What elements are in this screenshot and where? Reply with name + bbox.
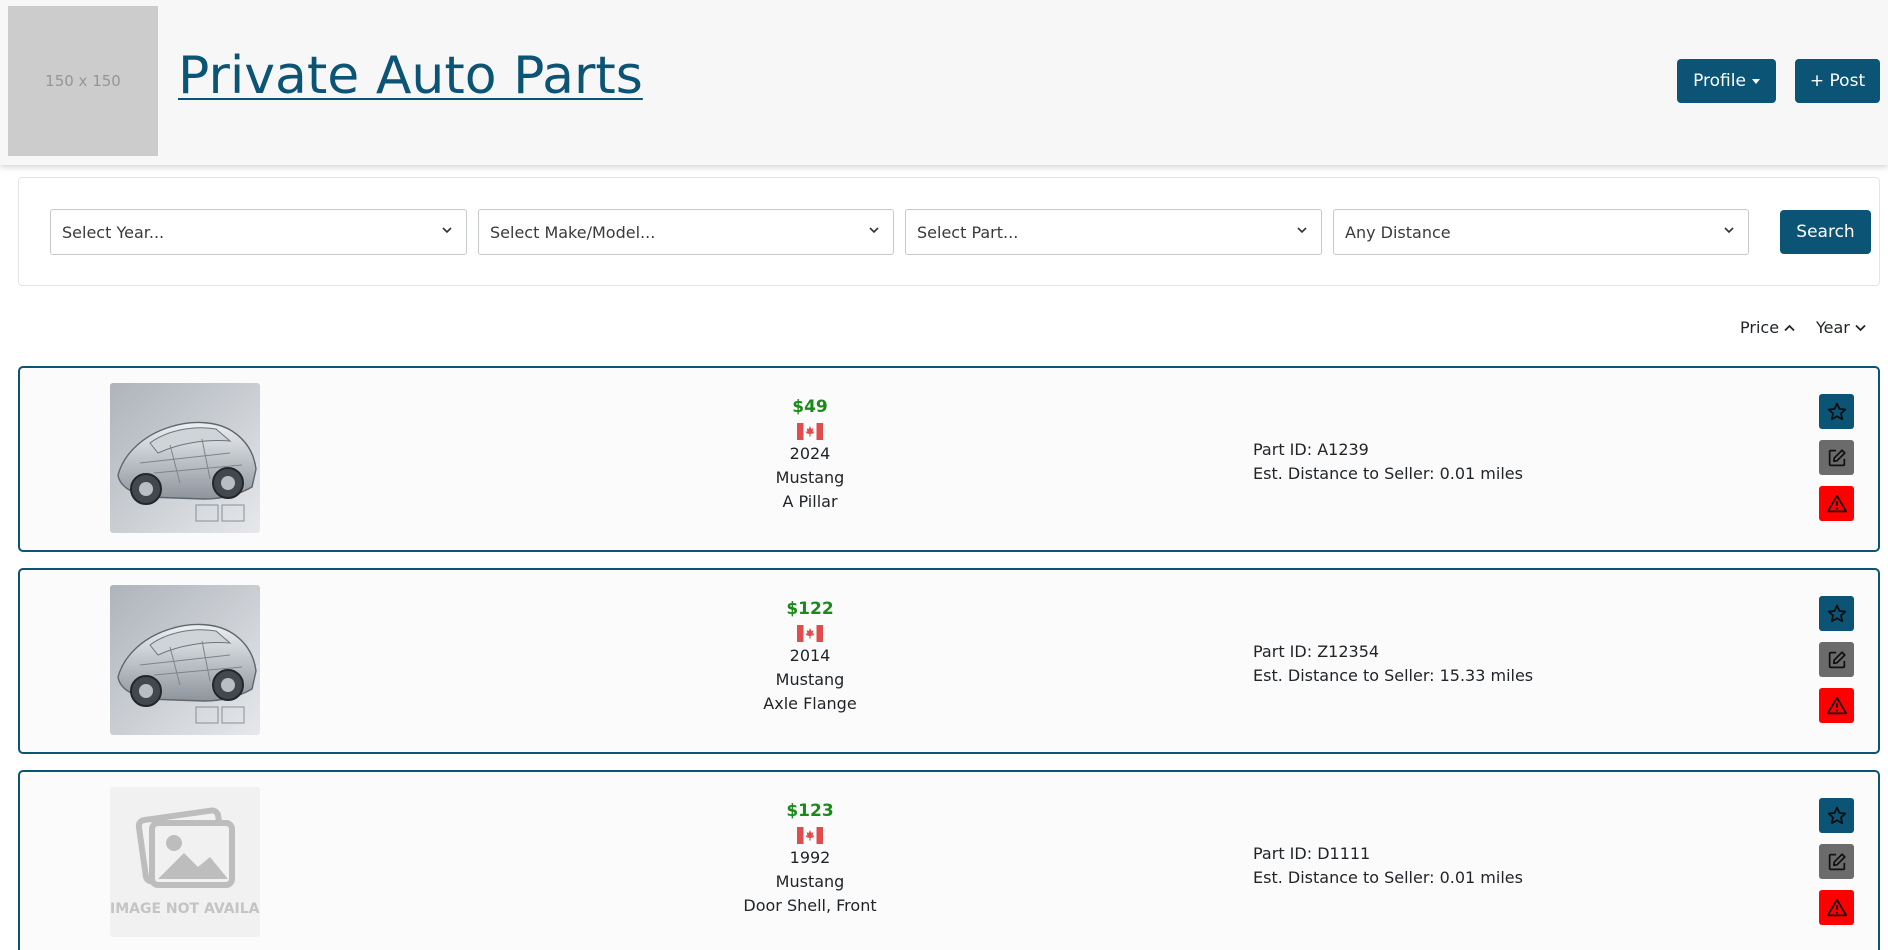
listing-price: $122 bbox=[786, 599, 834, 619]
distance-select-value: Any Distance bbox=[1345, 222, 1451, 242]
warning-icon bbox=[1826, 898, 1847, 916]
search-button[interactable]: Search bbox=[1780, 210, 1871, 254]
star-icon bbox=[1827, 402, 1846, 420]
edit-icon bbox=[1828, 852, 1846, 870]
listing-distance: Est. Distance to Seller: 0.01 miles bbox=[1253, 464, 1523, 483]
edit-button[interactable] bbox=[1819, 844, 1854, 879]
listing-part: Axle Flange bbox=[763, 694, 857, 713]
listing-distance: Est. Distance to Seller: 15.33 miles bbox=[1253, 666, 1534, 685]
search-label: Search bbox=[1796, 222, 1855, 242]
listing-part-id: Part ID: A1239 bbox=[1253, 440, 1369, 459]
make-model-select[interactable]: Select Make/Model... bbox=[478, 209, 894, 255]
edit-button[interactable] bbox=[1819, 440, 1854, 475]
listing-thumbnail[interactable] bbox=[110, 383, 260, 533]
listing-price: $123 bbox=[786, 801, 834, 821]
listing-details: Part ID: Z12354 Est. Distance to Seller:… bbox=[1253, 640, 1533, 688]
listing-model: Mustang bbox=[775, 468, 845, 487]
post-label: + Post bbox=[1809, 71, 1866, 91]
listing-details: Part ID: A1239 Est. Distance to Seller: … bbox=[1253, 438, 1523, 486]
listing-part-id: Part ID: D1111 bbox=[1253, 844, 1371, 863]
chevron-down-icon bbox=[869, 227, 879, 234]
site-title-link[interactable]: Private Auto Parts bbox=[178, 46, 643, 106]
listing-part: A Pillar bbox=[782, 492, 838, 511]
caret-down-icon bbox=[1751, 78, 1760, 84]
sort-price[interactable]: Price bbox=[1740, 318, 1795, 337]
listing-year: 2024 bbox=[789, 444, 831, 463]
favorite-button[interactable] bbox=[1819, 798, 1854, 833]
listing-thumbnail[interactable]: IMAGE NOT AVAILABLE bbox=[110, 787, 260, 937]
make-model-select-value: Select Make/Model... bbox=[490, 222, 656, 242]
logo-placeholder: 150 x 150 bbox=[8, 6, 158, 156]
canada-flag-icon bbox=[797, 827, 823, 844]
logo-text: 150 x 150 bbox=[45, 72, 121, 90]
chevron-down-icon bbox=[1724, 227, 1734, 234]
canada-flag-icon bbox=[797, 625, 823, 642]
listing-part-id: Part ID: Z12354 bbox=[1253, 642, 1380, 661]
listing-summary: $49 2024 Mustang A Pillar bbox=[680, 395, 940, 514]
listing-model: Mustang bbox=[775, 670, 845, 689]
listing-thumbnail[interactable] bbox=[110, 585, 260, 735]
year-select[interactable]: Select Year... bbox=[50, 209, 467, 255]
report-button[interactable] bbox=[1819, 890, 1854, 925]
listing-part: Door Shell, Front bbox=[743, 896, 877, 915]
listing-price: $49 bbox=[792, 397, 828, 417]
favorite-button[interactable] bbox=[1819, 394, 1854, 429]
star-icon bbox=[1827, 604, 1846, 622]
canada-flag-icon bbox=[797, 423, 823, 440]
listing-year: 1992 bbox=[789, 848, 831, 867]
listing-summary: $122 2014 Mustang Axle Flange bbox=[680, 597, 940, 716]
site-header: 150 x 150 Private Auto Parts Profile + P… bbox=[0, 0, 1888, 165]
part-select-value: Select Part... bbox=[917, 222, 1019, 242]
listing-card[interactable]: $49 2024 Mustang A Pillar Part ID: A1239… bbox=[18, 366, 1880, 552]
report-button[interactable] bbox=[1819, 688, 1854, 723]
chevron-down-icon bbox=[1855, 324, 1866, 331]
listing-card[interactable]: $122 2014 Mustang Axle Flange Part ID: Z… bbox=[18, 568, 1880, 754]
sort-price-label: Price bbox=[1740, 318, 1780, 337]
favorite-button[interactable] bbox=[1819, 596, 1854, 631]
sort-year-label: Year bbox=[1816, 318, 1850, 337]
year-select-value: Select Year... bbox=[62, 222, 165, 242]
sort-year[interactable]: Year bbox=[1816, 318, 1866, 337]
chevron-down-icon bbox=[442, 227, 452, 234]
listing-year: 2014 bbox=[789, 646, 831, 665]
edit-icon bbox=[1828, 650, 1846, 668]
profile-dropdown-button[interactable]: Profile bbox=[1677, 59, 1776, 103]
part-select[interactable]: Select Part... bbox=[905, 209, 1322, 255]
car-cutaway-image bbox=[110, 383, 260, 533]
edit-icon bbox=[1828, 448, 1846, 466]
listing-distance: Est. Distance to Seller: 0.01 miles bbox=[1253, 868, 1523, 887]
distance-select[interactable]: Any Distance bbox=[1333, 209, 1749, 255]
chevron-up-icon bbox=[1784, 324, 1795, 331]
listing-summary: $123 1992 Mustang Door Shell, Front bbox=[680, 799, 940, 918]
search-filter-bar: Select Year... Select Make/Model... Sele… bbox=[18, 177, 1880, 286]
listing-model: Mustang bbox=[775, 872, 845, 891]
listing-card[interactable]: IMAGE NOT AVAILABLE $123 1992 Mustang Do… bbox=[18, 770, 1880, 950]
report-button[interactable] bbox=[1819, 486, 1854, 521]
star-icon bbox=[1827, 806, 1846, 824]
post-button[interactable]: + Post bbox=[1795, 59, 1880, 103]
profile-label: Profile bbox=[1693, 71, 1746, 91]
car-cutaway-image bbox=[110, 585, 260, 735]
edit-button[interactable] bbox=[1819, 642, 1854, 677]
listing-details: Part ID: D1111 Est. Distance to Seller: … bbox=[1253, 842, 1523, 890]
image-not-available-text: IMAGE NOT AVAILABLE bbox=[110, 901, 260, 917]
chevron-down-icon bbox=[1297, 227, 1307, 234]
warning-icon bbox=[1826, 696, 1847, 714]
warning-icon bbox=[1826, 494, 1847, 512]
